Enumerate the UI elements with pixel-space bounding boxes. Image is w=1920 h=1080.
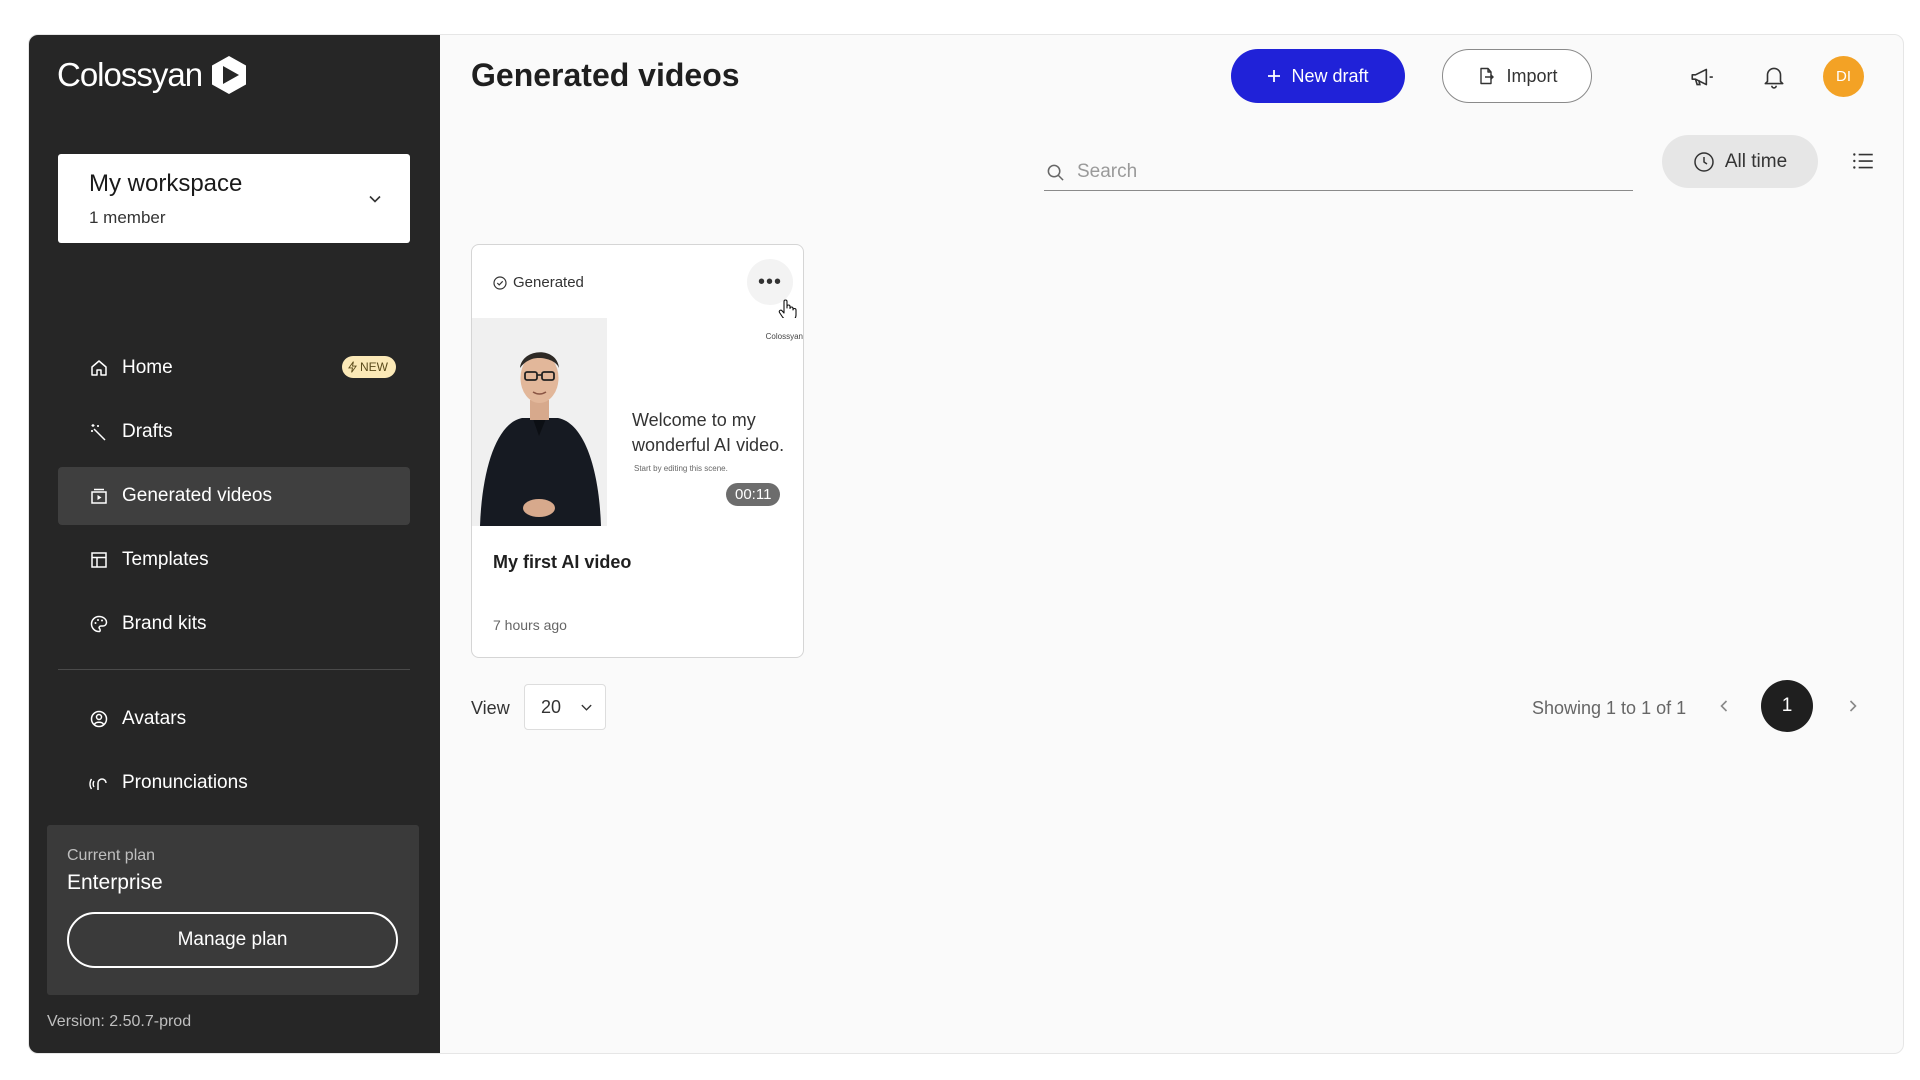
import-file-icon <box>1480 67 1495 85</box>
more-horizontal-icon: ••• <box>757 270 782 293</box>
video-title: My first AI video <box>493 552 632 572</box>
sidebar: Colossyan My workspace 1 member Home NEW <box>29 35 440 1053</box>
bell-icon <box>1764 67 1784 89</box>
time-filter-label: All time <box>1724 150 1788 172</box>
video-card[interactable]: Generated ••• Colossyan Welcome to my wo… <box>471 244 804 658</box>
pagination-summary: Showing 1 to 1 of 1 <box>1532 698 1687 718</box>
video-library-icon <box>89 486 109 506</box>
thumbnail-slide-title: Welcome to my wonderful AI video. <box>632 410 785 455</box>
sidebar-item-generated-videos[interactable]: Generated videos <box>58 467 410 525</box>
wand-icon <box>89 422 109 442</box>
chevron-right-icon <box>1849 700 1857 712</box>
palette-icon <box>89 614 109 634</box>
sidebar-item-label: Brand kits <box>122 613 207 634</box>
check-circle-icon <box>493 275 507 290</box>
template-icon <box>89 550 109 570</box>
sidebar-nav: Home NEW Drafts Generated videos Templat… <box>58 339 410 818</box>
list-view-button[interactable] <box>1845 143 1881 179</box>
page-title: Generated videos <box>471 57 740 93</box>
user-avatar[interactable]: DI <box>1823 56 1864 97</box>
sidebar-item-pronunciations[interactable]: Pronunciations <box>58 754 410 812</box>
status-badge: Generated <box>493 274 584 291</box>
search-bar <box>1044 154 1633 191</box>
new-draft-button[interactable]: New draft <box>1231 49 1405 103</box>
plan-label: Current plan <box>67 847 156 864</box>
megaphone-icon <box>1691 68 1713 86</box>
plan-card: Current plan Enterprise Manage plan <box>47 825 419 995</box>
sidebar-item-label: Templates <box>122 549 209 570</box>
search-icon <box>1047 164 1064 181</box>
sidebar-item-label: Generated videos <box>122 485 272 506</box>
plus-icon <box>1268 70 1281 82</box>
main-content: Generated videos New draft Import DI All… <box>440 35 1903 1053</box>
manage-plan-button[interactable]: Manage plan <box>67 912 398 968</box>
previous-page-button[interactable] <box>1712 694 1736 718</box>
announcements-button[interactable] <box>1684 59 1720 95</box>
import-button[interactable]: Import <box>1442 49 1592 103</box>
logo[interactable]: Colossyan <box>57 55 248 95</box>
sidebar-item-label: Drafts <box>122 421 173 442</box>
video-timestamp: 7 hours ago <box>493 617 567 633</box>
new-badge: NEW <box>342 356 396 378</box>
lightning-icon <box>348 361 357 373</box>
sidebar-item-home[interactable]: Home NEW <box>58 339 410 397</box>
page-size-select[interactable]: 20 <box>524 684 606 730</box>
list-view-icon <box>1853 153 1873 169</box>
duration-badge: 00:11 <box>726 483 781 506</box>
workspace-members: 1 member <box>89 208 166 227</box>
sidebar-item-avatars[interactable]: Avatars <box>58 690 410 748</box>
workspace-name: My workspace <box>89 170 243 197</box>
app-window: Colossyan My workspace 1 member Home NEW <box>28 34 1904 1054</box>
sidebar-item-label: Pronunciations <box>122 772 248 793</box>
new-draft-label: New draft <box>1291 65 1369 86</box>
thumbnail-brand: Colossyan <box>765 332 803 341</box>
chevron-down-icon <box>369 195 381 203</box>
sidebar-item-drafts[interactable]: Drafts <box>58 403 410 461</box>
status-label: Generated <box>513 274 584 291</box>
thumbnail-slide-subtitle: Start by editing this scene. <box>634 464 728 473</box>
clock-icon <box>1694 151 1714 172</box>
nav-divider <box>58 669 410 670</box>
time-filter-button[interactable]: All time <box>1662 135 1818 188</box>
page-size-value: 20 <box>541 696 562 717</box>
sidebar-item-brand-kits[interactable]: Brand kits <box>58 595 410 653</box>
colossyan-logo-icon <box>212 56 247 94</box>
search-input[interactable] <box>1077 161 1597 183</box>
badge-label: NEW <box>360 360 388 374</box>
presenter-figure <box>472 318 607 526</box>
current-page-button[interactable]: 1 <box>1761 680 1813 732</box>
chevron-down-icon <box>581 704 592 711</box>
presenter-image <box>472 318 607 526</box>
sidebar-item-label: Avatars <box>122 708 187 729</box>
chevron-left-icon <box>1720 700 1728 712</box>
video-thumbnail: Colossyan Welcome to my wonderful AI vid… <box>472 318 803 526</box>
view-label: View <box>471 698 510 718</box>
import-label: Import <box>1506 65 1558 86</box>
pronunciation-icon <box>89 773 109 793</box>
sidebar-item-label: Home <box>122 357 173 378</box>
avatar-icon <box>89 709 109 729</box>
plan-name: Enterprise <box>67 871 163 894</box>
next-page-button[interactable] <box>1841 694 1865 718</box>
sidebar-item-templates[interactable]: Templates <box>58 531 410 589</box>
version-text: Version: 2.50.7-prod <box>47 1013 192 1030</box>
logo-text: Colossyan <box>57 56 203 93</box>
workspace-selector[interactable]: My workspace 1 member <box>58 154 410 243</box>
notifications-button[interactable] <box>1756 58 1792 94</box>
home-icon <box>89 358 109 378</box>
